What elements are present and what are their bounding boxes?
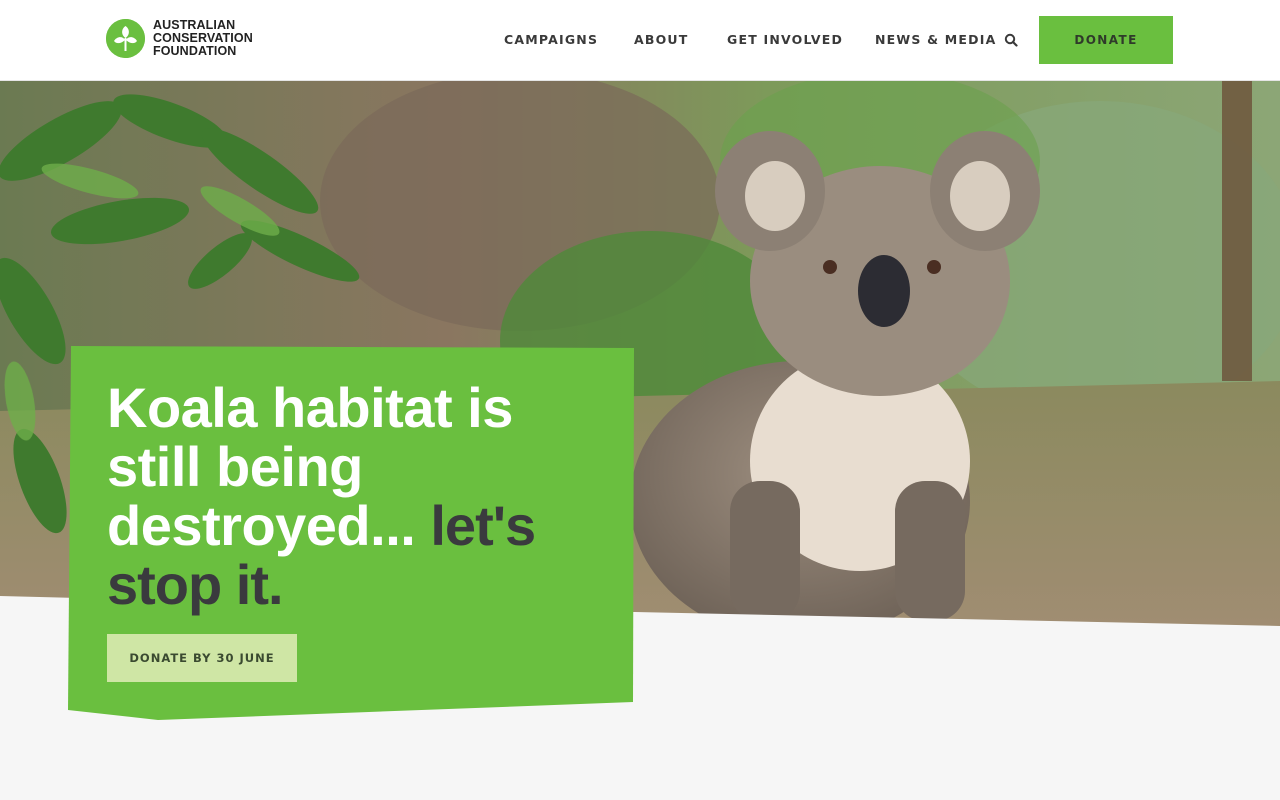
hero-message-card: Koala habitat is still being destroyed..… [68, 346, 634, 722]
intro-heading: We are Australia's national [107, 757, 603, 800]
donate-button[interactable]: DONATE [1039, 16, 1173, 64]
donate-by-30-june-button[interactable]: DONATE BY 30 JUNE [107, 634, 297, 682]
logo-line-3: FOUNDATION [153, 44, 237, 58]
search-icon[interactable] [1004, 33, 1018, 47]
nav-news-media[interactable]: NEWS & MEDIA [875, 32, 996, 47]
site-header: AUSTRALIAN CONSERVATION FOUNDATION CAMPA… [0, 0, 1280, 81]
hero-headline: Koala habitat is still being destroyed..… [107, 378, 587, 614]
nav-about[interactable]: ABOUT [634, 32, 689, 47]
nav-campaigns[interactable]: CAMPAIGNS [504, 32, 598, 47]
three-leaf-icon [106, 19, 145, 58]
acf-logo[interactable]: AUSTRALIAN CONSERVATION FOUNDATION [106, 19, 253, 58]
nav-get-involved[interactable]: GET INVOLVED [727, 32, 843, 47]
logo-wordmark: AUSTRALIAN CONSERVATION FOUNDATION [153, 19, 253, 58]
